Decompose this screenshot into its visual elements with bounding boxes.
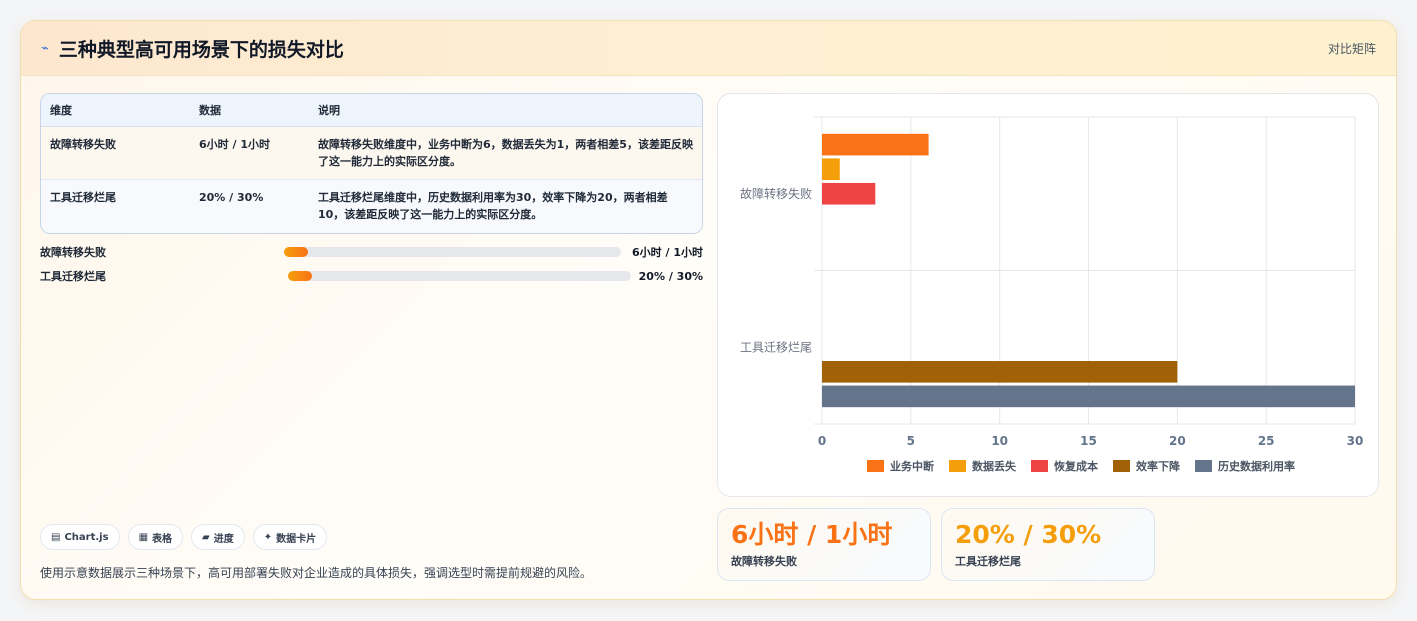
table-cell: 工具迁移烂尾 [50, 191, 116, 204]
comparison-table: 维度 数据 说明 故障转移失败 6小时 / 1小时 故障转移失败维度中，业务中断… [40, 93, 703, 234]
legend-label: 效率下降 [1136, 459, 1181, 473]
legend-label: 恢复成本 [1054, 459, 1098, 473]
chart-icon: ▤ [51, 531, 61, 543]
card-title: 三种典型高可用场景下的损失对比 [58, 38, 344, 61]
bar [822, 361, 1178, 383]
progress-row: 工具迁移烂尾 20% / 30% [40, 269, 703, 284]
bar [822, 133, 929, 156]
chip-label: 进度 [213, 533, 234, 545]
x-tick-label: 10 [991, 434, 1008, 448]
chip-data-card[interactable]: ✦ 数据卡片 [252, 524, 328, 550]
stat-card: 20% / 30% 工具迁移烂尾 [941, 508, 1155, 581]
y-tick-label: 工具迁移烂尾 [740, 340, 812, 354]
x-tick-label: 25 [1258, 434, 1275, 448]
table-cell: 20% / 30% [199, 191, 264, 204]
matrix-tag: 对比矩阵 [1327, 41, 1376, 56]
table-cell: 6小时 / 1小时 [199, 138, 270, 151]
comparison-card: ⌁ 三种典型高可用场景下的损失对比 对比矩阵 维度 数据 说明 故障转移失败 6… [20, 20, 1397, 600]
x-tick-label: 30 [1347, 434, 1364, 448]
progress-label: 工具迁移烂尾 [40, 270, 106, 283]
chip-progress[interactable]: ▰ 进度 [191, 524, 245, 550]
tech-chips: ▤ Chart.js ▦ 表格 ▰ 进度 ✦ 数据卡片 [40, 524, 328, 550]
progress-track [284, 247, 621, 257]
table-cell: 工具迁移烂尾维度中，历史数据利用率为30，效率下降为20，两者相差10，该差距反… [318, 191, 668, 221]
progress-value: 20% / 30% [638, 269, 703, 283]
legend-swatch [867, 460, 884, 472]
progress-label: 故障转移失败 [40, 246, 106, 259]
x-tick-label: 0 [818, 434, 826, 448]
table-header-cell: 说明 [318, 103, 340, 117]
progress-fill [284, 247, 308, 257]
y-tick-label: 故障转移失败 [740, 186, 812, 201]
bar [822, 182, 876, 205]
chip-label: 表格 [152, 533, 173, 545]
legend-label: 历史数据利用率 [1218, 459, 1295, 473]
description-note: 使用示意数据展示三种场景下，高可用部署失败对企业造成的具体损失，强调选型时需提前… [40, 566, 593, 580]
chip-label: Chart.js [64, 531, 109, 543]
progress-row: 故障转移失败 6小时 / 1小时 [40, 245, 703, 259]
pulse-icon: ⌁ [41, 40, 49, 56]
legend-label: 业务中断 [890, 459, 934, 473]
bar-chart: 0 5 10 15 20 25 30 故障转移失败工具迁移烂尾业务中断 数据丢失 恢复成本 效率下降… [740, 116, 1364, 473]
stat-value: 6小时 / 1小时 [731, 520, 893, 549]
card-header: ⌁ 三种典型高可用场景下的损失对比 对比矩阵 [21, 21, 1396, 76]
bar [822, 385, 1355, 408]
legend-swatch [1031, 460, 1048, 472]
sparkle-icon: ✦ [263, 531, 273, 543]
legend-swatch [1113, 460, 1130, 472]
legend-swatch [1195, 460, 1212, 472]
progress-value: 6小时 / 1小时 [632, 246, 703, 259]
bar [822, 158, 840, 180]
progress-fill [288, 271, 312, 281]
table-cell: 故障转移失败维度中，业务中断为6，数据丢失为1，两者相差5，该差距反映了这一能力… [318, 138, 693, 168]
stat-value: 20% / 30% [955, 520, 1102, 549]
table-header-cell: 维度 [50, 103, 72, 117]
progress-track [288, 271, 631, 281]
stat-label: 故障转移失败 [731, 555, 797, 568]
table-header-cell: 数据 [199, 103, 221, 117]
table-row: 工具迁移烂尾 20% / 30% 工具迁移烂尾维度中，历史数据利用率为30，效率… [41, 180, 702, 233]
chip-label: 数据卡片 [276, 533, 317, 545]
chart-panel: 0 5 10 15 20 25 30 故障转移失败 工具迁移烂尾业务中断 数据丢失 恢复成本 效率下降… [717, 93, 1379, 497]
x-tick-label: 5 [907, 434, 915, 448]
x-tick-label: 20 [1169, 434, 1186, 448]
chip-chartjs[interactable]: ▤ Chart.js [40, 524, 120, 550]
stat-card: 6小时 / 1小时 故障转移失败 [717, 508, 931, 581]
chip-table[interactable]: ▦ 表格 [127, 524, 184, 550]
table-header-row: 维度 数据 说明 [41, 94, 702, 127]
legend-swatch [949, 460, 966, 472]
progress-icon: ▰ [202, 531, 210, 543]
stat-label: 工具迁移烂尾 [955, 555, 1021, 568]
table-row: 故障转移失败 6小时 / 1小时 故障转移失败维度中，业务中断为6，数据丢失为1… [41, 127, 702, 180]
x-tick-label: 15 [1080, 434, 1097, 448]
legend-label: 数据丢失 [972, 459, 1017, 473]
table-icon: ▦ [138, 531, 149, 543]
table-cell: 故障转移失败 [50, 138, 116, 151]
